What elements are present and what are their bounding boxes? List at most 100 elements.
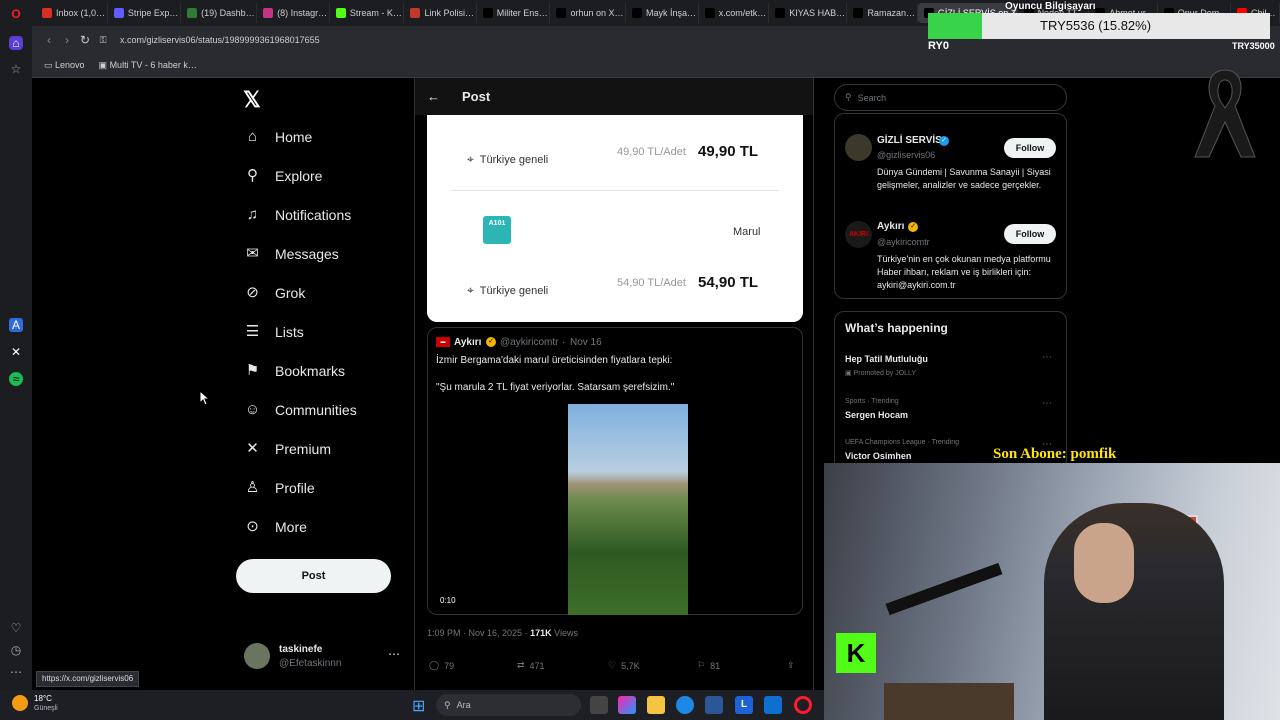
- trend-meta: Sports · Trending: [845, 398, 899, 405]
- avatar[interactable]: AKIRI: [845, 221, 872, 248]
- post-button[interactable]: Post: [236, 559, 391, 593]
- browser-tab[interactable]: Mayk İnşa…: [626, 3, 699, 23]
- more-dots-icon[interactable]: ⋯: [1042, 398, 1052, 409]
- avatar[interactable]: [845, 134, 872, 161]
- mourning-ribbon: [1194, 69, 1256, 158]
- nav-item-label: Lists: [275, 323, 304, 340]
- weather-temp[interactable]: 18°C: [34, 694, 52, 703]
- browser-tab[interactable]: Ramazan…: [847, 3, 918, 23]
- browser-tab[interactable]: x.com/etk…: [699, 3, 770, 23]
- like-button[interactable]: ♡ 5,7K: [608, 660, 640, 671]
- price-row: ⌖ Türkiye geneli 49,90 TL/Adet 49,90 TL: [451, 115, 779, 191]
- bookmark-icon: ⚑: [245, 362, 260, 379]
- nav-item-premium[interactable]: ✕ Premium: [244, 440, 331, 457]
- tweet-video[interactable]: [568, 404, 688, 615]
- browser-tab[interactable]: (19) Dashb…: [181, 3, 258, 23]
- goal-start: RY0: [928, 40, 949, 52]
- follow-button[interactable]: Follow: [1004, 138, 1056, 158]
- tweet-author[interactable]: Aykırı: [454, 337, 481, 348]
- file-explorer-icon[interactable]: [647, 696, 665, 714]
- trend-title[interactable]: Victor Osimhen: [845, 451, 911, 461]
- nav-item-bookmarks[interactable]: ⚑ Bookmarks: [244, 362, 345, 379]
- browser-tab[interactable]: Militer Ens…: [477, 3, 551, 23]
- reload-icon[interactable]: ↻: [76, 33, 94, 47]
- account-switcher[interactable]: taskinefe @Efetaskinnn ⋯: [244, 643, 404, 673]
- clock-icon[interactable]: ◷: [9, 643, 23, 657]
- x-logo-icon[interactable]: 𝕏: [243, 87, 261, 113]
- back-arrow-icon[interactable]: ←: [427, 89, 440, 104]
- nav-item-more[interactable]: ⊙ More: [244, 518, 307, 535]
- location: ⌖ Türkiye geneli: [467, 152, 548, 167]
- store-icon[interactable]: [705, 696, 723, 714]
- trend-title[interactable]: Sergen Hocam: [845, 410, 908, 420]
- bookmark-multitv[interactable]: ▣ Multi TV - 6 haber k…: [99, 60, 197, 71]
- heart-icon[interactable]: ♡: [9, 621, 23, 635]
- follow-name[interactable]: GİZLİ SERVİS: [877, 135, 942, 146]
- taskbar-search[interactable]: ⚲ Ara: [436, 694, 581, 716]
- old-price: 49,90 TL/Adet: [617, 146, 686, 158]
- nav-item-explore[interactable]: ⚲ Explore: [244, 167, 322, 184]
- browser-tab[interactable]: KIYAS HAB…: [769, 3, 848, 23]
- url-field[interactable]: x.com/gizliservis06/status/1989999361968…: [120, 35, 320, 45]
- more-dots-icon[interactable]: ⋯: [1042, 352, 1052, 363]
- who-to-follow: GİZLİ SERVİS ✓ @gizliservis06 Follow Dün…: [834, 113, 1067, 299]
- forward-icon[interactable]: ›: [58, 33, 76, 47]
- bookmark-lenovo[interactable]: ▭ Lenovo: [44, 60, 85, 71]
- weather-desc: Güneşli: [34, 705, 58, 712]
- reply-button[interactable]: ◯ 79: [429, 660, 454, 671]
- post-time[interactable]: 1:09 PM · Nov 16, 2025 ·: [427, 628, 528, 638]
- task-view-icon[interactable]: [590, 696, 608, 714]
- search-input[interactable]: ⚲ Search: [834, 84, 1067, 111]
- repost-icon: ⇄: [517, 660, 525, 670]
- tab-label: Stripe Exp…: [127, 8, 179, 18]
- price: 49,90 TL: [698, 143, 759, 160]
- price-row: A101 Marul ⌖ Türkiye geneli 54,90 TL/Ade…: [451, 191, 779, 321]
- opera-logo-icon[interactable]: O: [9, 7, 23, 21]
- home-sidebar-icon[interactable]: ⌂: [9, 36, 23, 50]
- nav-item-grok[interactable]: ⊘ Grok: [244, 284, 305, 301]
- share-button[interactable]: ⇪: [787, 660, 795, 671]
- edge-icon[interactable]: [676, 696, 694, 714]
- gmail-icon: [42, 8, 52, 18]
- follow-button[interactable]: Follow: [1004, 224, 1056, 244]
- more-dots-icon[interactable]: ⋯: [388, 647, 400, 661]
- stripe-icon: [113, 8, 124, 18]
- repost-button[interactable]: ⇄ 471: [517, 660, 545, 671]
- goal-target: TRY35000: [1232, 41, 1275, 51]
- nav-item-label: Profile: [275, 479, 315, 496]
- browser-tab[interactable]: Stream - K…: [330, 3, 405, 23]
- windows-start-icon[interactable]: ⊞: [412, 696, 425, 716]
- nav-item-notifications[interactable]: ♫ Notifications: [244, 206, 351, 223]
- browser-tab[interactable]: orhun on X…: [550, 3, 627, 23]
- browser-tab[interactable]: Inbox (1,0…: [36, 3, 108, 23]
- opera-icon[interactable]: [794, 696, 812, 714]
- star-icon[interactable]: ☆: [9, 62, 23, 76]
- nav-item-profile[interactable]: ♙ Profile: [244, 479, 315, 496]
- browser-tab[interactable]: (8) Instagr…: [257, 3, 330, 23]
- app-l-icon[interactable]: L: [735, 696, 753, 714]
- trend-title[interactable]: Hep Tatil Mutluluğu: [845, 354, 928, 364]
- nav-item-lists[interactable]: ☰ Lists: [244, 323, 304, 340]
- back-icon[interactable]: ‹: [40, 33, 58, 47]
- x-sidebar-icon[interactable]: ✕: [9, 345, 23, 359]
- quoted-tweet[interactable]: ▬ Aykırı ✓ @aykiricomtr · Nov 16 İzmir B…: [427, 327, 803, 615]
- aykiri-avatar: ▬: [436, 337, 450, 347]
- copilot-icon[interactable]: [618, 696, 636, 714]
- webcam-overlay: K: [824, 463, 1280, 720]
- follow-name[interactable]: Aykırı: [877, 221, 904, 232]
- nav-item-communities[interactable]: ☺ Communities: [244, 401, 357, 418]
- app-icon[interactable]: A: [9, 318, 23, 332]
- person-icon: ♙: [245, 479, 260, 496]
- nav-item-home[interactable]: ⌂ Home: [244, 128, 312, 145]
- nav-item-messages[interactable]: ✉ Messages: [244, 245, 339, 262]
- reply-count: 79: [444, 660, 455, 671]
- trend-meta: ▣ Promoted by JOLLY: [845, 370, 917, 377]
- more-icon[interactable]: ⋯: [9, 665, 23, 679]
- tweet-handle[interactable]: @aykiricomtr: [500, 337, 559, 348]
- browser-tab[interactable]: Stripe Exp…: [108, 3, 182, 23]
- tweet-date[interactable]: Nov 16: [570, 337, 602, 348]
- bookmark-button[interactable]: ⚐ 81: [697, 660, 720, 671]
- spotify-icon[interactable]: ≈: [9, 372, 23, 386]
- outlook-icon[interactable]: [764, 696, 782, 714]
- browser-tab[interactable]: Link Polisi…: [404, 3, 477, 23]
